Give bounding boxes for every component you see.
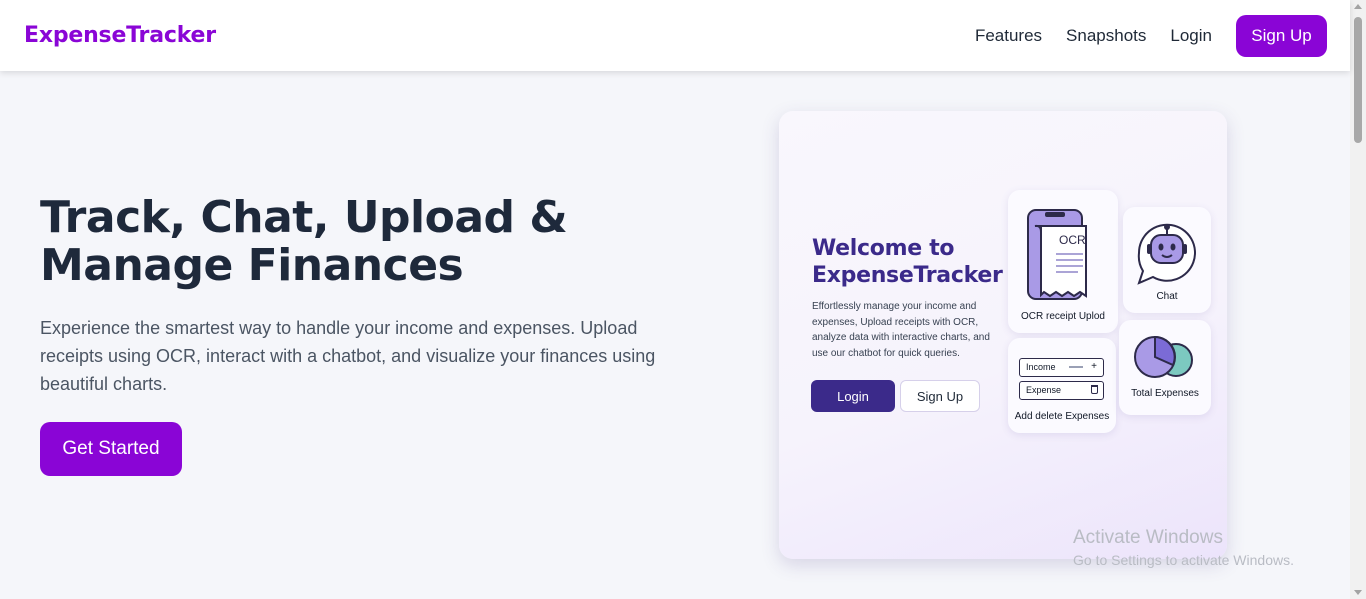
signup-button[interactable]: Sign Up [1236, 14, 1327, 57]
navbar: ExpenseTracker Features Snapshots Login … [0, 0, 1350, 71]
minus-icon [1069, 366, 1083, 368]
nav-links: Features Snapshots Login Sign Up [975, 14, 1327, 57]
hero-title: Track, Chat, Upload & Manage Finances [40, 192, 568, 291]
hero-description: Experience the smartest way to handle yo… [40, 318, 656, 394]
chat-tile: Chat [1123, 207, 1211, 313]
add-delete-tile-label: Add delete Expenses [1014, 411, 1110, 422]
activate-windows-hint: Go to Settings to activate Windows. [1073, 552, 1294, 568]
nav-link-login[interactable]: Login [1170, 26, 1212, 46]
page-scrollbar[interactable] [1350, 0, 1366, 599]
card-title: Welcome to ExpenseTracker [812, 236, 1003, 288]
card-signup-button: Sign Up [900, 380, 980, 412]
ocr-tile-label: OCR receipt Uplod [1021, 311, 1105, 322]
scroll-down-icon[interactable] [1354, 590, 1362, 595]
card-login-button: Login [811, 380, 895, 412]
receipt-phone-icon [1027, 209, 1087, 300]
total-expenses-tile: Total Expenses [1119, 320, 1211, 415]
expense-field-label: Expense [1026, 385, 1062, 395]
robot-chat-icon [1137, 223, 1196, 285]
nav-link-features[interactable]: Features [975, 26, 1042, 46]
ocr-icon-text: OCR [1059, 233, 1086, 247]
income-field-label: Income [1026, 362, 1056, 372]
add-delete-tile: Income + Expense Add delete Expenses [1008, 338, 1116, 433]
chat-tile-label: Chat [1156, 291, 1178, 302]
activate-windows-watermark: Activate Windows [1073, 527, 1223, 548]
total-expenses-tile-label: Total Expenses [1131, 388, 1199, 399]
card-description: Effortlessly manage your income and expe… [812, 301, 990, 359]
plus-icon: + [1091, 361, 1097, 372]
trash-icon [1091, 385, 1098, 394]
brand-logo[interactable]: ExpenseTracker [24, 23, 216, 48]
nav-link-snapshots[interactable]: Snapshots [1066, 26, 1146, 46]
income-field: Income + [1019, 358, 1104, 377]
hero-illustration-card: Welcome to ExpenseTracker Effortlessly m… [779, 111, 1227, 559]
get-started-button[interactable]: Get Started [40, 422, 182, 476]
pie-chart-icon [1134, 335, 1193, 378]
scroll-up-icon[interactable] [1354, 4, 1362, 9]
ocr-tile: OCR OCR receipt Uplod [1008, 190, 1118, 333]
scroll-thumb[interactable] [1354, 17, 1362, 143]
expense-field: Expense [1019, 381, 1104, 400]
